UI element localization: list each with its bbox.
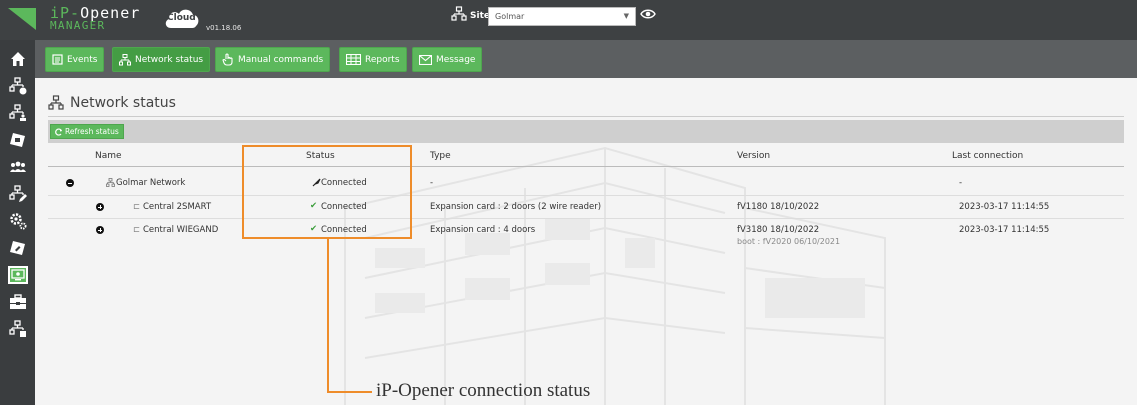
- refresh-status-button[interactable]: Refresh status: [50, 124, 124, 139]
- table-icon: [346, 54, 361, 65]
- status-highlight-box: [242, 145, 412, 239]
- sidebar-item-toolbox[interactable]: [0, 289, 35, 315]
- annotation-label: iP-Opener connection status: [376, 380, 591, 401]
- brand-logo: iP-Opener MANAGER: [50, 6, 140, 32]
- refresh-icon: [55, 128, 63, 136]
- events-button[interactable]: Events: [45, 47, 105, 72]
- table-header-divider: [48, 166, 1124, 167]
- annotation-line-vertical: [327, 239, 329, 393]
- column-header-name[interactable]: Name: [95, 151, 122, 161]
- row-name: Central 2SMART: [143, 202, 212, 212]
- row-version: fV1180 18/10/2022: [737, 202, 820, 212]
- home-icon: [10, 52, 25, 66]
- sidebar-item-settings[interactable]: [0, 208, 35, 234]
- message-label: Message: [436, 54, 476, 65]
- site-label: Site: [470, 11, 490, 21]
- sidebar-item-badge-edit[interactable]: [0, 235, 35, 261]
- badge-edit-icon: [9, 241, 25, 255]
- site-network-icon: [451, 6, 467, 21]
- network-add-icon: [8, 77, 26, 95]
- row-type: -: [430, 178, 434, 188]
- cloud-label: Cloud: [167, 13, 196, 23]
- list-icon: [52, 54, 63, 65]
- top-bar: iP-Opener MANAGER Cloud v01.18.06 Site G…: [0, 0, 1137, 40]
- collapse-row-icon[interactable]: [66, 179, 74, 187]
- column-header-last-connection[interactable]: Last connection: [952, 151, 1023, 161]
- site-select[interactable]: Golmar ▼: [488, 7, 636, 26]
- page-header: Network status: [48, 95, 176, 111]
- manual-commands-button[interactable]: Manual commands: [215, 47, 331, 72]
- toolbox-icon: [9, 294, 26, 309]
- row-version: fV3180 18/10/2022: [737, 225, 820, 235]
- sidebar-item-monitor[interactable]: [0, 262, 35, 288]
- reports-label: Reports: [365, 54, 400, 65]
- message-button[interactable]: Message: [412, 47, 483, 72]
- brand-name: iP-Opener: [50, 4, 141, 22]
- site-select-value: Golmar: [495, 12, 525, 21]
- users-icon: [9, 161, 26, 172]
- network-small-icon: [106, 178, 115, 187]
- expand-row-icon[interactable]: [96, 226, 104, 234]
- refresh-status-label: Refresh status: [65, 127, 119, 136]
- row-last-connection: 2023-03-17 11:14:55: [959, 225, 1050, 235]
- sidebar-item-network-add[interactable]: [0, 73, 35, 99]
- column-header-version[interactable]: Version: [737, 151, 770, 161]
- network-status-label: Network status: [135, 54, 204, 65]
- logo-triangle: [0, 0, 40, 40]
- network-user-icon: [8, 104, 26, 121]
- network-icon: [48, 95, 64, 110]
- sidebar-item-home[interactable]: [0, 46, 35, 72]
- sidebar-item-network-user[interactable]: [0, 100, 35, 126]
- controller-icon: ⊏: [133, 225, 141, 235]
- left-sidebar: [0, 40, 35, 405]
- title-divider: [48, 116, 1124, 117]
- caret-down-icon: ▼: [623, 12, 629, 20]
- annotation-line-horizontal: [327, 391, 372, 393]
- row-type: Expansion card : 4 doors: [430, 225, 536, 235]
- row-divider: [48, 218, 1124, 219]
- network-edit-icon: [8, 185, 27, 202]
- manual-commands-label: Manual commands: [238, 54, 324, 65]
- network-icon: [119, 53, 131, 65]
- row-name: Golmar Network: [116, 178, 186, 188]
- reports-button[interactable]: Reports: [339, 47, 407, 72]
- events-label: Events: [67, 54, 98, 65]
- row-last-connection: 2023-03-17 11:14:55: [959, 202, 1050, 212]
- controller-icon: ⊏: [133, 202, 141, 212]
- nav-bar: Events Network status Manual commands Re…: [35, 40, 1137, 78]
- sidebar-item-network-edit[interactable]: [0, 181, 35, 207]
- main-content: Network status Refresh status Name Statu…: [35, 78, 1137, 405]
- eye-icon[interactable]: [640, 8, 656, 20]
- row-divider: [48, 195, 1124, 196]
- row-name: Central WIEGAND: [143, 225, 219, 235]
- sidebar-item-network-delete[interactable]: [0, 316, 35, 342]
- network-status-button[interactable]: Network status: [112, 47, 211, 72]
- row-type: Expansion card : 2 doors (2 wire reader): [430, 202, 602, 212]
- column-header-type[interactable]: Type: [430, 151, 451, 161]
- monitor-icon: [10, 269, 25, 281]
- network-delete-icon: [8, 320, 26, 337]
- row-version-boot: boot : fV2020 06/10/2021: [737, 237, 841, 246]
- settings-icon: [9, 213, 26, 230]
- badge-icon: [9, 133, 25, 147]
- envelope-icon: [419, 54, 432, 65]
- sidebar-item-badge[interactable]: [0, 127, 35, 153]
- hand-pointer-icon: [222, 53, 233, 66]
- sidebar-item-users[interactable]: [0, 154, 35, 180]
- expand-row-icon[interactable]: [96, 203, 104, 211]
- version-label: v01.18.06: [206, 24, 242, 32]
- page-title: Network status: [70, 95, 176, 111]
- table-toolbar: [48, 120, 1124, 143]
- row-last-connection: -: [959, 178, 963, 188]
- sidebar-active-badge: [7, 266, 28, 284]
